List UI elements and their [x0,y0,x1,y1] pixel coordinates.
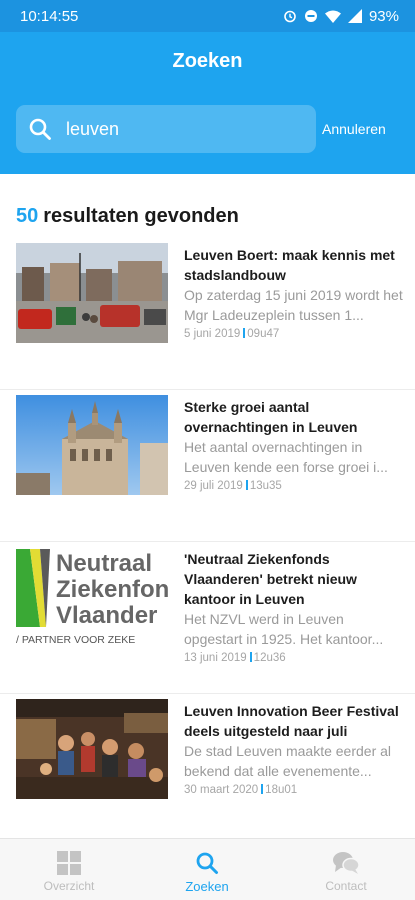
result-thumbnail [16,699,168,799]
result-thumbnail: Neutraal Ziekenfon Vlaander / PARTNER VO… [16,547,168,647]
tab-contact[interactable]: Contact [277,839,415,900]
result-time: 09u47 [247,328,280,340]
svg-text:Neutraal: Neutraal [56,550,152,577]
results-count-label: resultaten gevonden [43,205,239,227]
result-meta: 30 maart 2020 18u01 [184,784,404,796]
result-item[interactable]: Leuven Innovation Beer Festival deels ui… [0,694,415,846]
svg-text:/ PARTNER VOOR ZEKE: / PARTNER VOOR ZEKE [16,634,135,646]
result-meta: 13 juni 2019 12u36 [184,652,404,664]
svg-text:Ziekenfon: Ziekenfon [56,576,168,603]
page-title: Zoeken [172,50,243,72]
cancel-button[interactable]: Annuleren [322,121,386,137]
bottom-tab-bar: Overzicht Zoeken Contact [0,838,415,900]
result-title: Sterke groei aantal overnachtingen in Le… [184,399,358,435]
result-title: Leuven Boert: maak kennis met stadslandb… [184,247,395,283]
results-count: 50 resultaten gevonden [16,205,239,228]
grid-icon [57,851,81,875]
results-count-number: 50 [16,205,39,227]
result-time: 13u35 [249,480,282,492]
chat-icon [333,852,359,874]
meta-separator [261,784,264,794]
tab-label: Zoeken [185,879,229,894]
result-item[interactable]: Neutraal Ziekenfon Vlaander / PARTNER VO… [0,542,415,694]
result-time: 12u36 [253,652,286,664]
result-thumbnail [16,395,168,495]
result-time: 18u01 [265,784,298,796]
result-title: Leuven Innovation Beer Festival deels ui… [184,703,399,739]
status-bar: 10:14:55 93% [0,0,415,32]
tab-label: Overzicht [43,879,95,893]
result-list: Leuven Boert: maak kennis met stadslandb… [0,238,415,846]
meta-separator [245,480,248,490]
search-icon [196,852,218,874]
signal-icon [347,9,362,23]
wifi-icon [324,10,341,23]
nzvl-logo: Neutraal Ziekenfon Vlaander / PARTNER VO… [16,547,168,647]
tab-overzicht[interactable]: Overzicht [0,839,138,900]
result-description: Het NZVL werd in Leuven opgestart in 192… [184,611,384,647]
svg-text:Vlaander: Vlaander [56,602,157,629]
search-box[interactable] [16,105,316,153]
alarm-icon [284,10,296,23]
result-date: 5 juni 2019 [184,328,241,340]
app-header: Zoeken Annuleren [0,32,415,174]
result-item[interactable]: Leuven Boert: maak kennis met stadslandb… [0,238,415,390]
result-meta: 5 juni 2019 09u47 [184,328,404,340]
search-input[interactable] [66,118,286,140]
meta-separator [249,652,252,662]
result-title: 'Neutraal Ziekenfonds Vlaanderen' betrek… [184,551,357,607]
result-thumbnail [16,243,168,343]
tab-label: Contact [325,879,367,893]
result-meta: 29 juli 2019 13u35 [184,480,404,492]
meta-separator [243,328,246,338]
result-description: Het aantal overnachtingen in Leuven kend… [184,439,388,475]
do-not-disturb-icon [304,10,317,22]
result-date: 13 juni 2019 [184,652,247,664]
result-item[interactable]: Sterke groei aantal overnachtingen in Le… [0,390,415,542]
status-time: 10:14:55 [20,7,79,25]
search-icon [29,118,51,140]
result-description: Op zaterdag 15 juni 2019 wordt het Mgr L… [184,287,403,323]
result-description: De stad Leuven maakte eerder al bekend d… [184,743,392,779]
result-date: 29 juli 2019 [184,480,243,492]
status-icons: 93% [283,8,399,25]
result-date: 30 maart 2020 [184,784,259,796]
battery-percentage: 93% [368,7,399,25]
tab-zoeken[interactable]: Zoeken [138,839,276,900]
